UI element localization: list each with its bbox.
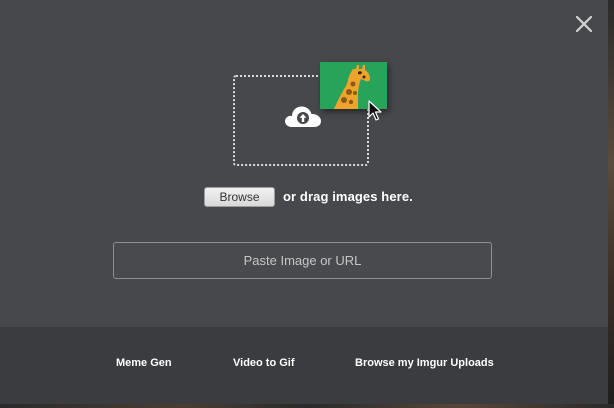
meme-gen-link[interactable]: Meme Gen (116, 357, 172, 369)
drag-instructions: or drag images here. (283, 189, 413, 204)
backdrop-image-edge-bottom (0, 404, 614, 408)
browse-button[interactable]: Browse (204, 186, 275, 207)
cloud-upload-icon (285, 106, 321, 127)
modal-footer (0, 327, 608, 404)
browse-uploads-link[interactable]: Browse my Imgur Uploads (355, 357, 494, 369)
upload-modal: Browse or drag images here. Meme Gen Vid… (0, 0, 608, 404)
browse-row: Browse or drag images here. (204, 186, 413, 207)
mouse-cursor-icon (368, 100, 382, 121)
video-to-gif-link[interactable]: Video to Gif (233, 357, 295, 369)
backdrop-image-edge (608, 0, 614, 408)
close-icon (575, 15, 593, 33)
paste-url-input[interactable] (113, 242, 492, 279)
close-button[interactable] (572, 12, 596, 36)
